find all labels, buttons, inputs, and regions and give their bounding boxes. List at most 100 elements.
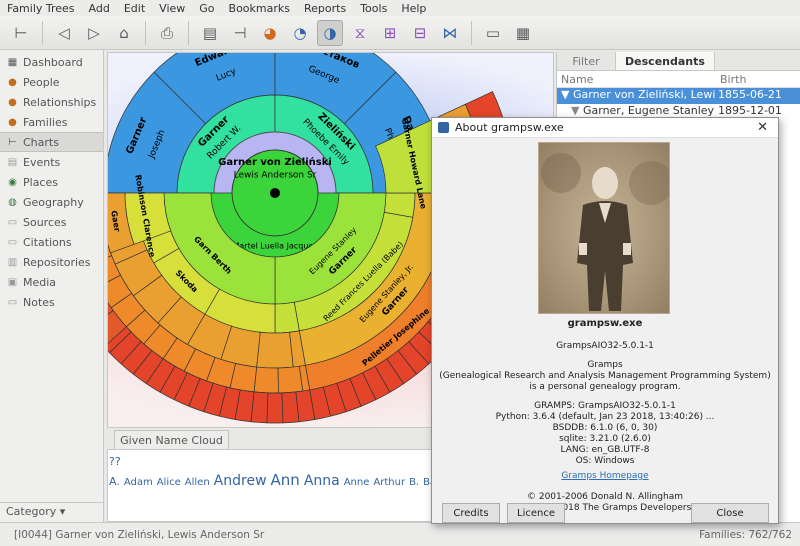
portrait-photo <box>538 142 670 314</box>
dialog-title: About grampsw.exe <box>455 121 564 134</box>
info-sqlite: sqlite: 3.21.0 (2.6.0) <box>559 434 651 444</box>
info-os: OS: Windows <box>575 456 635 466</box>
chevron-down-icon: ▾ <box>59 505 66 518</box>
fan-chart-icon[interactable]: ◕ <box>257 20 283 46</box>
toolbar: ⊢ ◁ ▷ ⌂ ⎙ ▤ ⊣ ◕ ◔ ◑ ⧖ ⊞ ⊟ ⋈ ▭ ▦ <box>0 16 800 50</box>
expander-icon[interactable]: ▼ <box>561 88 573 101</box>
book-icon[interactable]: ▦ <box>510 20 536 46</box>
column-birth[interactable]: Birth <box>716 71 750 87</box>
cloud-name-link[interactable]: Adam <box>124 477 153 488</box>
close-icon[interactable]: ✕ <box>757 120 768 135</box>
category-selector[interactable]: Category ▾ <box>0 502 103 520</box>
note-icon[interactable]: ▭ <box>480 20 506 46</box>
event-icon: ▤ <box>7 156 18 168</box>
cloud-name-link[interactable]: A. <box>109 475 120 488</box>
tree-nav-icon[interactable]: ⊢ <box>8 20 34 46</box>
menu-go[interactable]: Go <box>192 2 221 15</box>
chart-icon[interactable]: ▤ <box>197 20 223 46</box>
sidebar-item-relationships[interactable]: ● Relationships <box>0 92 103 112</box>
gen6-segment[interactable] <box>266 392 284 424</box>
menu-add[interactable]: Add <box>82 2 117 15</box>
program-name: grampsw.exe <box>567 318 643 329</box>
tab-descendants[interactable]: Descendants <box>615 52 715 70</box>
status-families-count: Families: 762/762 <box>699 528 792 541</box>
menubar: Family Trees Add Edit View Go Bookmarks … <box>0 0 800 16</box>
menu-family-trees[interactable]: Family Trees <box>0 2 82 15</box>
homepage-link[interactable]: Gramps Homepage <box>432 471 778 482</box>
program-title: Gramps <box>587 360 623 370</box>
sidebar-item-families[interactable]: ● Families <box>0 112 103 132</box>
cloud-name-link[interactable]: Andrew <box>214 473 267 489</box>
navigator-sidebar: ▦ Dashboard ● People ● Relationships ● Famil… <box>0 50 104 522</box>
column-name[interactable]: Name <box>557 71 716 87</box>
sidebar-item-repositories[interactable]: ▥ Repositories <box>0 252 103 272</box>
great-grandchild-segment[interactable] <box>256 331 294 369</box>
cloud-name-link[interactable]: Allen <box>185 477 210 488</box>
relationships-icon: ● <box>8 96 17 108</box>
sidebar-item-geography[interactable]: ◍ Geography <box>0 192 103 212</box>
sidebar-item-citations[interactable]: ▭ Citations <box>0 232 103 252</box>
sidebar-item-dashboard[interactable]: ▦ Dashboard <box>0 52 103 72</box>
close-button[interactable]: Close <box>691 503 769 523</box>
cloud-name-link[interactable]: Alice <box>157 477 181 488</box>
gen5-segment[interactable] <box>277 365 304 394</box>
app-logo-icon <box>438 122 449 133</box>
cloud-name-link[interactable]: Arthur <box>373 477 405 488</box>
sidebar-tabs: Filter Descendants <box>557 52 800 71</box>
person-icon: ● <box>8 76 17 88</box>
toolbar-separator <box>145 20 146 45</box>
fan-chart-2-icon[interactable]: ◔ <box>287 20 313 46</box>
stat-chart-icon[interactable]: ⊞ <box>377 20 403 46</box>
chart-icon: ⊢ <box>8 136 17 148</box>
menu-edit[interactable]: Edit <box>117 2 152 15</box>
active-person-surname: Garner von Zieliński <box>218 156 332 168</box>
expander-icon[interactable]: ▼ <box>571 104 583 117</box>
cloud-name-link[interactable]: B. <box>409 477 419 488</box>
status-bar: [I0044] Garner von Zieliński, Lewis Ande… <box>0 522 800 546</box>
tree-icon[interactable]: ⊟ <box>407 20 433 46</box>
info-bsddb: BSDDB: 6.1.0 (6, 0, 30) <box>552 423 658 433</box>
licence-button[interactable]: Licence <box>507 503 565 523</box>
info-lang: LANG: en_GB.UTF-8 <box>560 445 650 455</box>
sidebar-item-media[interactable]: ▣ Media <box>0 272 103 292</box>
back-arrow-icon[interactable]: ◁ <box>51 20 77 46</box>
repository-icon: ▥ <box>7 256 18 268</box>
note-icon: ▭ <box>7 296 18 308</box>
sidebar-item-people[interactable]: ● People <box>0 72 103 92</box>
cloud-name-link[interactable]: Anna <box>304 473 340 489</box>
gen5-segment[interactable] <box>253 366 279 394</box>
table-row[interactable]: ▼ Garner von Zieliński, Lewis An... 1855… <box>557 88 800 104</box>
center-dot[interactable] <box>270 188 280 198</box>
menu-tools[interactable]: Tools <box>353 2 394 15</box>
menu-help[interactable]: Help <box>394 2 433 15</box>
network-icon[interactable]: ⋈ <box>437 20 463 46</box>
sidebar-item-events[interactable]: ▤ Events <box>0 152 103 172</box>
place-icon: ◉ <box>8 176 17 188</box>
cloud-name-link[interactable]: Anne <box>344 477 370 488</box>
sidebar-item-notes[interactable]: ▭ Notes <box>0 292 103 312</box>
hourglass-icon[interactable]: ⧖ <box>347 20 373 46</box>
spouse-name: Martel Luella Jacques <box>232 242 317 251</box>
menu-view[interactable]: View <box>152 2 192 15</box>
descendant-fan-icon[interactable]: ◑ <box>317 19 343 46</box>
tab-given-name-cloud[interactable]: Given Name Cloud <box>114 430 229 449</box>
print-icon[interactable]: ⎙ <box>154 20 180 46</box>
cloud-name-link[interactable]: Ann <box>271 471 300 489</box>
menu-reports[interactable]: Reports <box>297 2 353 15</box>
cloud-name-link[interactable]: ?? <box>109 455 121 468</box>
menu-bookmarks[interactable]: Bookmarks <box>222 2 297 15</box>
credits-button[interactable]: Credits <box>442 503 500 523</box>
status-active-person: [I0044] Garner von Zieliński, Lewis Ande… <box>14 528 265 541</box>
dashboard-icon: ▦ <box>7 56 18 68</box>
program-subtitle: (Genealogical Research and Analysis Mana… <box>439 371 771 381</box>
family-icon: ● <box>8 116 17 128</box>
sidebar-item-places[interactable]: ◉ Places <box>0 172 103 192</box>
pedigree-icon[interactable]: ⊣ <box>227 20 253 46</box>
gen6-segment[interactable] <box>250 391 269 424</box>
info-python: Python: 3.6.4 (default, Jan 23 2018, 13:… <box>495 412 715 422</box>
forward-arrow-icon[interactable]: ▷ <box>81 20 107 46</box>
tab-filter[interactable]: Filter <box>557 52 615 70</box>
sidebar-item-sources[interactable]: ▭ Sources <box>0 212 103 232</box>
sidebar-item-charts[interactable]: ⊢ Charts <box>0 132 103 152</box>
home-icon[interactable]: ⌂ <box>111 20 137 46</box>
